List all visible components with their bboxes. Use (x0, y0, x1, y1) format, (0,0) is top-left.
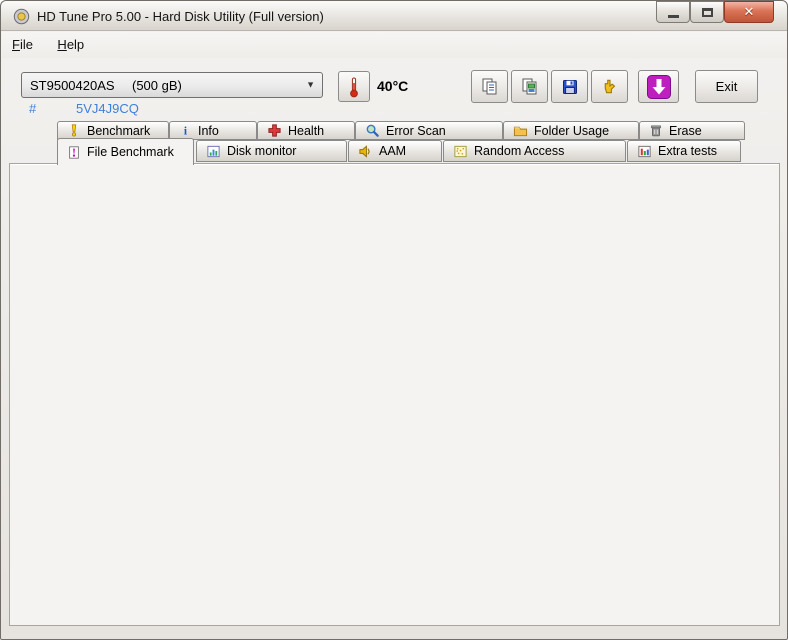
file-benchmark-page (9, 163, 780, 626)
tab-erase[interactable]: Erase (639, 121, 745, 140)
tab-error-scan[interactable]: Error Scan (355, 121, 503, 140)
benchmark-icon (71, 124, 77, 137)
extra-tests-icon (638, 145, 651, 157)
maximize-button[interactable] (690, 1, 724, 23)
trash-icon (651, 125, 661, 137)
serial-number: 5VJ4J9CQ (76, 101, 139, 116)
minimize-icon (667, 14, 679, 18)
maximize-icon (701, 7, 713, 17)
magnifier-icon (366, 124, 379, 137)
tab-extra-tests-label: Extra tests (658, 144, 718, 158)
tab-file-benchmark-label: File Benchmark (87, 145, 174, 159)
app-icon (13, 8, 30, 25)
save-icon (562, 79, 577, 94)
window-title: HD Tune Pro 5.00 - Hard Disk Utility (Fu… (37, 9, 324, 24)
title-bar[interactable]: HD Tune Pro 5.00 - Hard Disk Utility (Fu… (1, 1, 787, 31)
tab-random-access-label: Random Access (474, 144, 565, 158)
tab-erase-label: Erase (669, 123, 702, 138)
tab-random-access[interactable]: Random Access (443, 140, 626, 162)
close-button[interactable]: ✕ (724, 1, 774, 23)
disk-monitor-icon (207, 145, 220, 157)
download-arrow-icon (646, 74, 671, 99)
tab-error-scan-label: Error Scan (386, 123, 446, 138)
health-cross-icon (268, 124, 281, 137)
tab-info-label: Info (198, 123, 219, 138)
copy-text-button[interactable] (471, 70, 508, 103)
temperature-button[interactable] (338, 71, 370, 102)
copy-image-button[interactable] (511, 70, 548, 103)
tab-benchmark-label: Benchmark (87, 123, 151, 138)
drive-select-combo[interactable]: ST9500420AS (500 gB) ▼ (21, 72, 323, 98)
speaker-icon (359, 144, 370, 158)
pointer-hand-icon (604, 79, 615, 93)
exit-label: Exit (715, 79, 738, 94)
drive-size: (500 gB) (132, 77, 182, 93)
tab-extra-tests[interactable]: Extra tests (627, 140, 741, 162)
app-window: HD Tune Pro 5.00 - Hard Disk Utility (Fu… (0, 0, 788, 640)
menu-file[interactable]: File (2, 32, 43, 57)
folder-icon (513, 126, 528, 137)
info-icon: i (184, 126, 187, 138)
tab-folder-usage[interactable]: Folder Usage (503, 121, 639, 140)
chevron-down-icon: ▼ (306, 79, 315, 90)
save-button[interactable] (551, 70, 588, 103)
tab-health[interactable]: Health (257, 121, 355, 140)
exit-button[interactable]: Exit (695, 70, 758, 103)
tab-disk-monitor-label: Disk monitor (227, 144, 297, 158)
menu-bar: File Help (2, 32, 787, 58)
copy-image-icon (522, 78, 537, 95)
file-benchmark-icon (69, 145, 79, 159)
serial-hash: # (29, 101, 37, 116)
temperature-value: 40°C (377, 78, 409, 94)
tab-aam-label: AAM (379, 144, 407, 158)
tab-disk-monitor[interactable]: Disk monitor (196, 140, 347, 162)
minimize-button[interactable] (656, 1, 690, 23)
svg-text:i: i (184, 126, 187, 138)
tab-file-benchmark[interactable]: File Benchmark (57, 138, 194, 165)
tab-folder-usage-label: Folder Usage (534, 123, 610, 138)
copy-text-icon (482, 78, 497, 95)
random-access-icon (454, 145, 467, 157)
options-button[interactable] (591, 70, 628, 103)
tab-aam[interactable]: AAM (348, 140, 442, 162)
update-button[interactable] (638, 70, 679, 103)
drive-model: ST9500420AS (30, 77, 115, 93)
close-icon: ✕ (743, 4, 755, 19)
tab-health-label: Health (288, 123, 325, 138)
thermometer-icon (350, 77, 358, 97)
menu-help[interactable]: Help (47, 32, 94, 57)
